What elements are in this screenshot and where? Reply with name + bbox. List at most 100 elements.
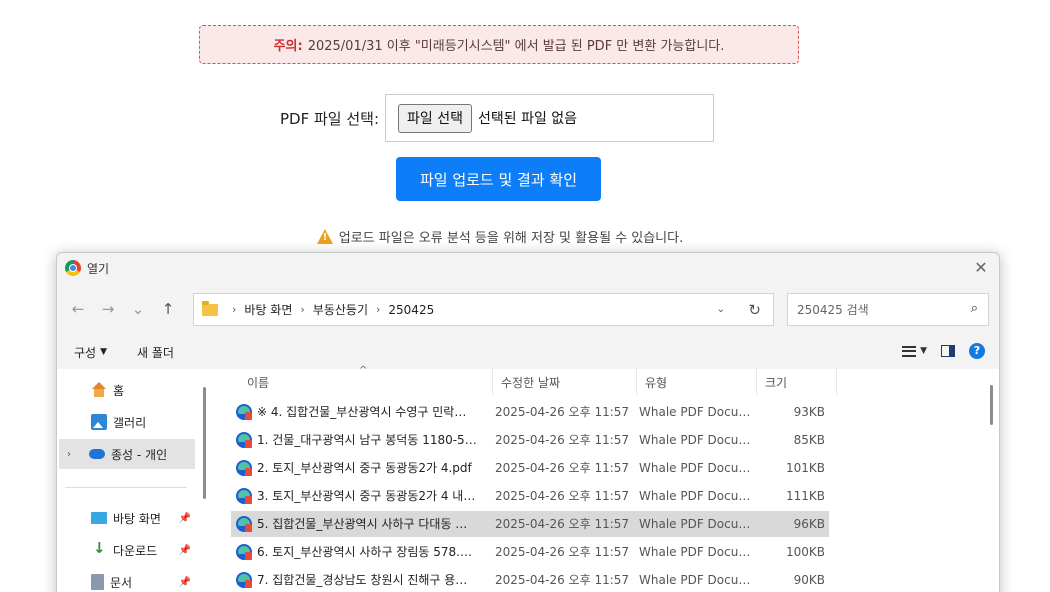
whale-pdf-icon: [236, 404, 252, 420]
file-name: 5. 집합건물_부산광역시 사하구 다대동 …: [257, 517, 468, 531]
notice-label: 주의:: [273, 39, 303, 54]
file-date: 2025-04-26 오후 11:57: [495, 489, 630, 503]
whale-pdf-icon: [236, 544, 252, 560]
sidebar-item-downloads[interactable]: 다운로드 📌: [59, 535, 195, 565]
breadcrumb-separator: ›: [300, 303, 305, 316]
file-size: 85KB: [793, 433, 825, 447]
file-open-dialog: 열기 ✕ ← → ⌄ ↑ › 바탕 화면 › 부동산등기 › 250425 ⌄ …: [56, 252, 1000, 592]
pin-icon: 📌: [178, 576, 191, 588]
column-header-type[interactable]: 유형: [637, 369, 757, 395]
dialog-toolbar: 구성 ▼ 새 폴더 ▼ ?: [57, 335, 999, 369]
sidebar-item-label: 갤러리: [113, 415, 147, 430]
sidebar-item-label: 문서: [110, 575, 133, 590]
file-size: 90KB: [793, 573, 825, 587]
breadcrumb-separator: ›: [376, 303, 381, 316]
sidebar-item-home[interactable]: 홈: [59, 375, 195, 405]
view-list-icon[interactable]: [902, 345, 917, 357]
upload-warning: 업로드 파일은 오류 분석 등을 위해 저장 및 활용될 수 있습니다.: [0, 227, 1000, 246]
file-date: 2025-04-26 오후 11:57: [495, 573, 630, 587]
whale-pdf-icon: [236, 516, 252, 532]
search-placeholder: 250425 검색: [797, 303, 869, 317]
file-type: Whale PDF Docu…: [639, 461, 751, 475]
file-type: Whale PDF Docu…: [639, 517, 751, 531]
file-size: 100KB: [785, 545, 825, 559]
whale-pdf-icon: [236, 572, 252, 588]
file-type: Whale PDF Docu…: [639, 433, 751, 447]
sidebar-item-desktop[interactable]: 바탕 화면 📌: [59, 503, 195, 533]
refresh-icon[interactable]: ↻: [748, 301, 761, 319]
file-row[interactable]: 1. 건물_대구광역시 남구 봉덕동 1180-5… 2025-04-26 오후…: [231, 427, 829, 453]
search-icon[interactable]: ⌕: [971, 301, 978, 316]
file-date: 2025-04-26 오후 11:57: [495, 405, 630, 419]
sidebar-item-gallery[interactable]: 갤러리: [59, 407, 195, 437]
file-type: Whale PDF Docu…: [639, 489, 751, 503]
download-icon: [91, 539, 107, 558]
new-folder-button[interactable]: 새 폴더: [137, 344, 174, 361]
gallery-icon: [91, 414, 107, 430]
file-list-scrollbar[interactable]: [990, 385, 993, 425]
preview-pane-icon[interactable]: [941, 345, 955, 357]
sidebar-item-label: 종성 - 개인: [111, 447, 168, 462]
caret-down-icon: ▼: [100, 347, 108, 357]
back-arrow-icon[interactable]: ←: [63, 300, 93, 318]
breadcrumb-item-desktop[interactable]: 바탕 화면: [244, 301, 292, 318]
breadcrumb-separator: ›: [232, 303, 237, 316]
file-name: 1. 건물_대구광역시 남구 봉덕동 1180-5…: [257, 433, 477, 447]
file-status: 선택된 파일 없음: [478, 111, 578, 127]
file-date: 2025-04-26 오후 11:57: [495, 433, 630, 447]
file-list: ^ 이름 수정한 날짜 유형 크기 ※ 4. 집합건물_부산광역시 수영구 민락…: [209, 365, 989, 592]
warning-text: 업로드 파일은 오류 분석 등을 위해 저장 및 활용될 수 있습니다.: [338, 231, 684, 246]
file-row-selected[interactable]: 5. 집합건물_부산광역시 사하구 다대동 … 2025-04-26 오후 11…: [231, 511, 829, 537]
whale-pdf-icon: [236, 488, 252, 504]
sidebar-scrollbar[interactable]: [203, 387, 206, 499]
breadcrumb-item-250425[interactable]: 250425: [388, 303, 434, 317]
recent-locations-icon[interactable]: ⌄: [123, 300, 153, 318]
search-input[interactable]: 250425 검색 ⌕: [787, 293, 989, 326]
choose-file-button[interactable]: 파일 선택: [398, 103, 472, 133]
sidebar-item-documents[interactable]: 문서 📌: [59, 567, 195, 592]
address-bar[interactable]: › 바탕 화면 › 부동산등기 › 250425 ⌄ ↻: [193, 293, 774, 326]
close-icon[interactable]: ✕: [971, 258, 991, 278]
breadcrumb-item-realestate[interactable]: 부동산등기: [313, 301, 368, 318]
help-icon[interactable]: ?: [969, 343, 985, 359]
file-size: 93KB: [793, 405, 825, 419]
file-row[interactable]: 2. 토지_부산광역시 중구 동광동2가 4.pdf 2025-04-26 오후…: [231, 455, 829, 481]
view-controls: ▼ ?: [902, 343, 985, 359]
file-row[interactable]: 3. 토지_부산광역시 중구 동광동2가 4 내… 2025-04-26 오후 …: [231, 483, 829, 509]
file-date: 2025-04-26 오후 11:57: [495, 545, 630, 559]
column-header-size[interactable]: 크기: [757, 369, 837, 395]
sidebar-item-onedrive[interactable]: › 종성 - 개인: [59, 439, 195, 469]
chevron-down-icon[interactable]: ⌄: [717, 304, 725, 315]
file-input-label: PDF 파일 선택:: [280, 109, 380, 128]
file-row[interactable]: 6. 토지_부산광역시 사하구 장림동 578.… 2025-04-26 오후 …: [231, 539, 829, 565]
caret-down-icon[interactable]: ▼: [920, 346, 927, 356]
dialog-body: 홈 갤러리 › 종성 - 개인 바탕 화면 📌 다운로드 📌: [57, 365, 999, 592]
folder-icon: [202, 300, 218, 316]
forward-arrow-icon[interactable]: →: [93, 300, 123, 318]
up-arrow-icon[interactable]: ↑: [153, 300, 183, 318]
file-input[interactable]: 파일 선택 선택된 파일 없음: [385, 94, 715, 142]
file-row[interactable]: 7. 집합건물_경상남도 창원시 진해구 용… 2025-04-26 오후 11…: [231, 567, 829, 592]
organize-menu[interactable]: 구성 ▼: [74, 344, 107, 361]
dialog-title: 열기: [87, 261, 110, 276]
column-header-date[interactable]: 수정한 날짜: [493, 369, 637, 395]
onedrive-icon: [89, 449, 105, 459]
file-type: Whale PDF Docu…: [639, 573, 751, 587]
chevron-right-icon[interactable]: ›: [67, 449, 81, 460]
file-row[interactable]: ※ 4. 집합건물_부산광역시 수영구 민락… 2025-04-26 오후 11…: [231, 399, 829, 425]
file-name: 2. 토지_부산광역시 중구 동광동2가 4.pdf: [257, 461, 472, 475]
home-icon: [91, 382, 107, 398]
warning-icon: [316, 229, 333, 244]
organize-label: 구성: [74, 345, 97, 360]
file-size: 111KB: [785, 489, 825, 503]
file-date: 2025-04-26 오후 11:57: [495, 461, 630, 475]
file-date: 2025-04-26 오후 11:57: [495, 517, 630, 531]
pin-icon: 📌: [178, 544, 191, 556]
column-header-name[interactable]: 이름: [239, 369, 493, 395]
whale-pdf-icon: [236, 460, 252, 476]
file-name: 3. 토지_부산광역시 중구 동광동2가 4 내…: [257, 489, 476, 503]
chrome-icon: [65, 260, 81, 276]
sidebar-item-label: 홈: [113, 383, 125, 398]
upload-button[interactable]: 파일 업로드 및 결과 확인: [396, 157, 601, 201]
file-type: Whale PDF Docu…: [639, 545, 751, 559]
